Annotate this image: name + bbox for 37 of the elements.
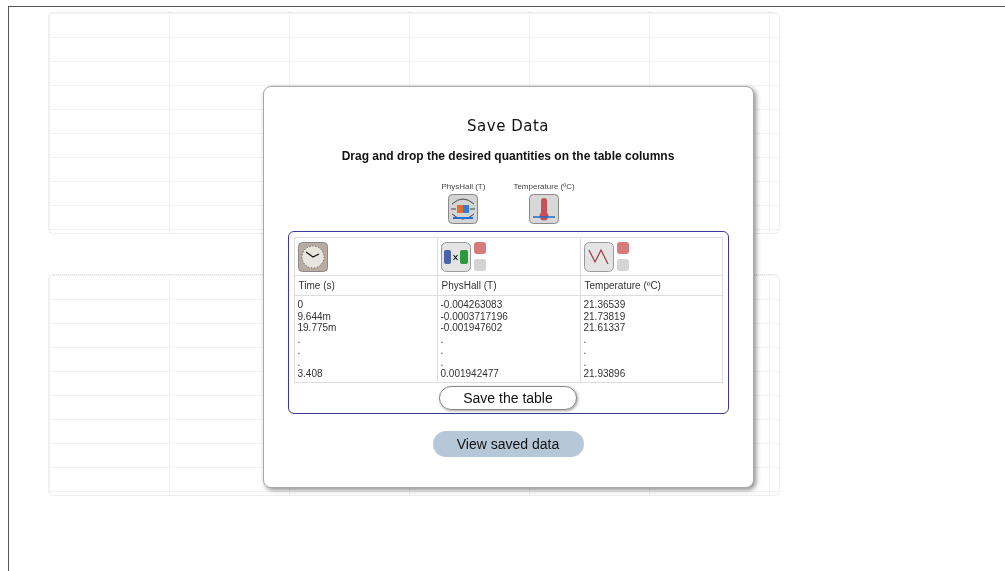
dialog-title: Save Data [467,117,549,135]
instruction-text: Drag and drop the desired quantities on the table columns [341,149,675,163]
table-value: . [440,333,444,345]
thermometer-icon[interactable] [529,194,559,224]
table-value: . [440,356,444,368]
column-header: Time (s) [294,276,438,296]
save-table-button[interactable]: Save the table [439,385,577,410]
quantity-label: Temperature (ºC) [513,182,575,191]
table-value: . [583,333,587,345]
clock-icon[interactable] [297,241,328,272]
table-value: 0 [297,299,304,311]
table-value: -0.004263083 [440,299,503,311]
column-header: Temperature (ºC) [580,276,723,296]
view-saved-data-button[interactable]: View saved data [432,430,584,457]
table-value: . [297,345,301,357]
table-value: . [297,356,301,368]
table-value: . [440,345,444,357]
line-graph-icon[interactable] [583,241,614,272]
table-value: -0.001947602 [440,322,503,334]
quantity-label: PhysHall (T) [441,182,486,191]
table-value: 0.001942477 [440,368,499,380]
table-value: 3.408 [297,368,323,380]
multiply-icon[interactable] [440,241,471,272]
table-value: . [297,333,301,345]
table-value: -0.0003717196 [440,310,508,322]
table-value: . [583,345,587,357]
remove-column-button[interactable] [473,242,486,254]
table-value: 19.775m [297,322,337,334]
column-header: PhysHall (T) [437,276,581,296]
remove-column-button[interactable] [616,242,629,254]
table-value: 21.73819 [583,310,626,322]
table-value: 9.644m [297,310,331,322]
table-value: . [583,356,587,368]
table-value: 21.36539 [583,299,626,311]
table-value: 21.61337 [583,322,626,334]
magnet-field-icon[interactable] [448,194,479,224]
table-value: 21.93896 [583,368,626,380]
